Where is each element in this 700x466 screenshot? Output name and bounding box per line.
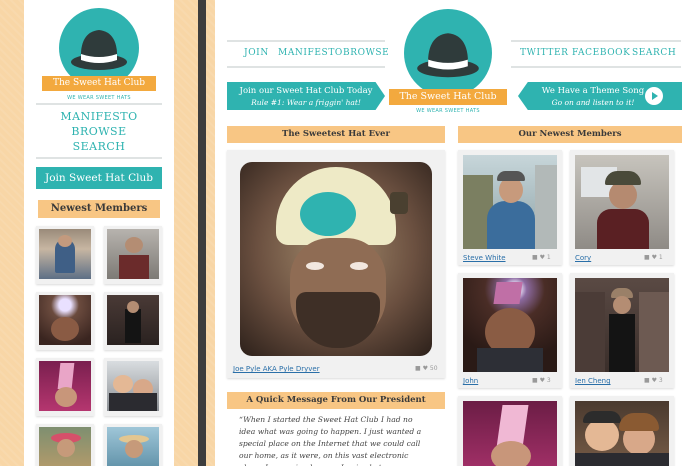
member-stats: ■ ♥ 1: [532, 254, 551, 261]
member-stats: ■ ♥ 3: [644, 377, 663, 384]
comment-icon[interactable]: ■: [532, 377, 538, 384]
mobile-join-button[interactable]: Join Sweet Hat Club: [36, 167, 162, 189]
member-photo[interactable]: [575, 401, 669, 466]
nav-browse[interactable]: BROWSE: [343, 48, 389, 58]
heart-icon[interactable]: ♥: [423, 365, 428, 372]
mobile-member-thumb[interactable]: [36, 358, 94, 416]
member-card[interactable]: Steve White ■ ♥ 1: [458, 150, 562, 265]
mobile-member-thumb[interactable]: [36, 226, 94, 284]
divider: [227, 66, 385, 68]
mobile-newest-members-heading: Newest Members: [38, 200, 160, 218]
member-card[interactable]: John ■ ♥ 3: [458, 273, 562, 388]
member-likes: 3: [546, 377, 551, 384]
member-name[interactable]: Cory: [575, 254, 591, 262]
divider: [511, 66, 681, 68]
featured-card[interactable]: Joe Pyle AKA Pyle Dryver ■ ♥ 50: [227, 150, 445, 378]
member-card[interactable]: [458, 396, 562, 466]
comment-icon[interactable]: ■: [644, 377, 650, 384]
member-photo[interactable]: [463, 155, 557, 249]
member-likes: 3: [658, 377, 663, 384]
divider: [36, 157, 162, 159]
nav-twitter[interactable]: TWITTER: [520, 48, 569, 58]
nav-facebook[interactable]: FACEBOOK: [572, 48, 630, 58]
mobile-tagline: WE WEAR SWEET HATS: [67, 95, 131, 101]
member-photo[interactable]: [463, 401, 557, 466]
featured-likes: 50: [429, 365, 438, 372]
play-icon[interactable]: [645, 87, 663, 105]
member-stats: ■ ♥ 3: [532, 377, 551, 384]
mobile-logo-ribbon: The Sweet Hat Club: [42, 76, 156, 91]
mobile-member-thumb[interactable]: [104, 358, 162, 416]
join-banner[interactable]: Join our Sweet Hat Club Today Rule #1: W…: [227, 82, 385, 110]
member-stats: ■ ♥ 1: [644, 254, 663, 261]
desktop-logo-ribbon: The Sweet Hat Club: [389, 89, 507, 105]
member-likes: 1: [546, 254, 551, 261]
desktop-panel: JOIN MANIFESTO BROWSE TWITTER FACEBOOK S…: [215, 0, 700, 466]
nav-join[interactable]: JOIN: [244, 48, 269, 58]
featured-photo[interactable]: [240, 162, 432, 356]
desktop-tagline: WE WEAR SWEET HATS: [416, 108, 480, 114]
nav-search[interactable]: SEARCH: [632, 48, 676, 58]
mobile-member-thumb[interactable]: [36, 424, 94, 466]
member-card[interactable]: Ien Cheng ■ ♥ 3: [570, 273, 674, 388]
mobile-member-thumb[interactable]: [104, 292, 162, 350]
heart-icon[interactable]: ♥: [652, 254, 657, 261]
join-banner-title: Join our Sweet Hat Club Today: [239, 86, 373, 96]
mobile-nav-browse[interactable]: BROWSE: [24, 125, 174, 138]
comment-icon[interactable]: ■: [415, 365, 421, 372]
featured-caption[interactable]: Joe Pyle AKA Pyle Dryver: [233, 365, 320, 373]
president-message: “When I started the Sweet Hat Club I had…: [239, 415, 422, 466]
heart-icon[interactable]: ♥: [540, 254, 545, 261]
member-photo[interactable]: [463, 278, 557, 372]
divider: [511, 40, 681, 42]
mobile-member-thumb[interactable]: [36, 292, 94, 350]
member-card[interactable]: [570, 396, 674, 466]
featured-stats: ■ ♥ 50: [415, 365, 438, 372]
member-likes: 1: [658, 254, 663, 261]
divider: [36, 103, 162, 105]
member-card[interactable]: Cory ■ ♥ 1: [570, 150, 674, 265]
president-heading: A Quick Message From Our President: [227, 392, 445, 409]
join-banner-subtitle: Rule #1: Wear a friggin' hat!: [251, 98, 361, 107]
mobile-member-thumb[interactable]: [104, 424, 162, 466]
mobile-member-thumb[interactable]: [104, 226, 162, 284]
mobile-nav-search[interactable]: SEARCH: [24, 140, 174, 153]
comment-icon[interactable]: ■: [644, 254, 650, 261]
heart-icon[interactable]: ♥: [652, 377, 657, 384]
layout-divider: [198, 0, 206, 466]
mobile-panel: The Sweet Hat Club WE WEAR SWEET HATS MA…: [24, 0, 174, 466]
member-name[interactable]: Ien Cheng: [575, 377, 611, 385]
mobile-nav-manifesto[interactable]: MANIFESTO: [24, 110, 174, 123]
member-photo[interactable]: [575, 155, 669, 249]
nav-manifesto[interactable]: MANIFESTO: [278, 48, 343, 58]
member-name[interactable]: John: [463, 377, 478, 385]
heart-icon[interactable]: ♥: [540, 377, 545, 384]
member-name[interactable]: Steve White: [463, 254, 506, 262]
hat-logo-icon: [404, 9, 492, 97]
divider: [227, 40, 385, 42]
sweetest-hat-heading: The Sweetest Hat Ever: [227, 126, 445, 143]
newest-members-heading: Our Newest Members: [458, 126, 682, 143]
comment-icon[interactable]: ■: [532, 254, 538, 261]
member-photo[interactable]: [575, 278, 669, 372]
